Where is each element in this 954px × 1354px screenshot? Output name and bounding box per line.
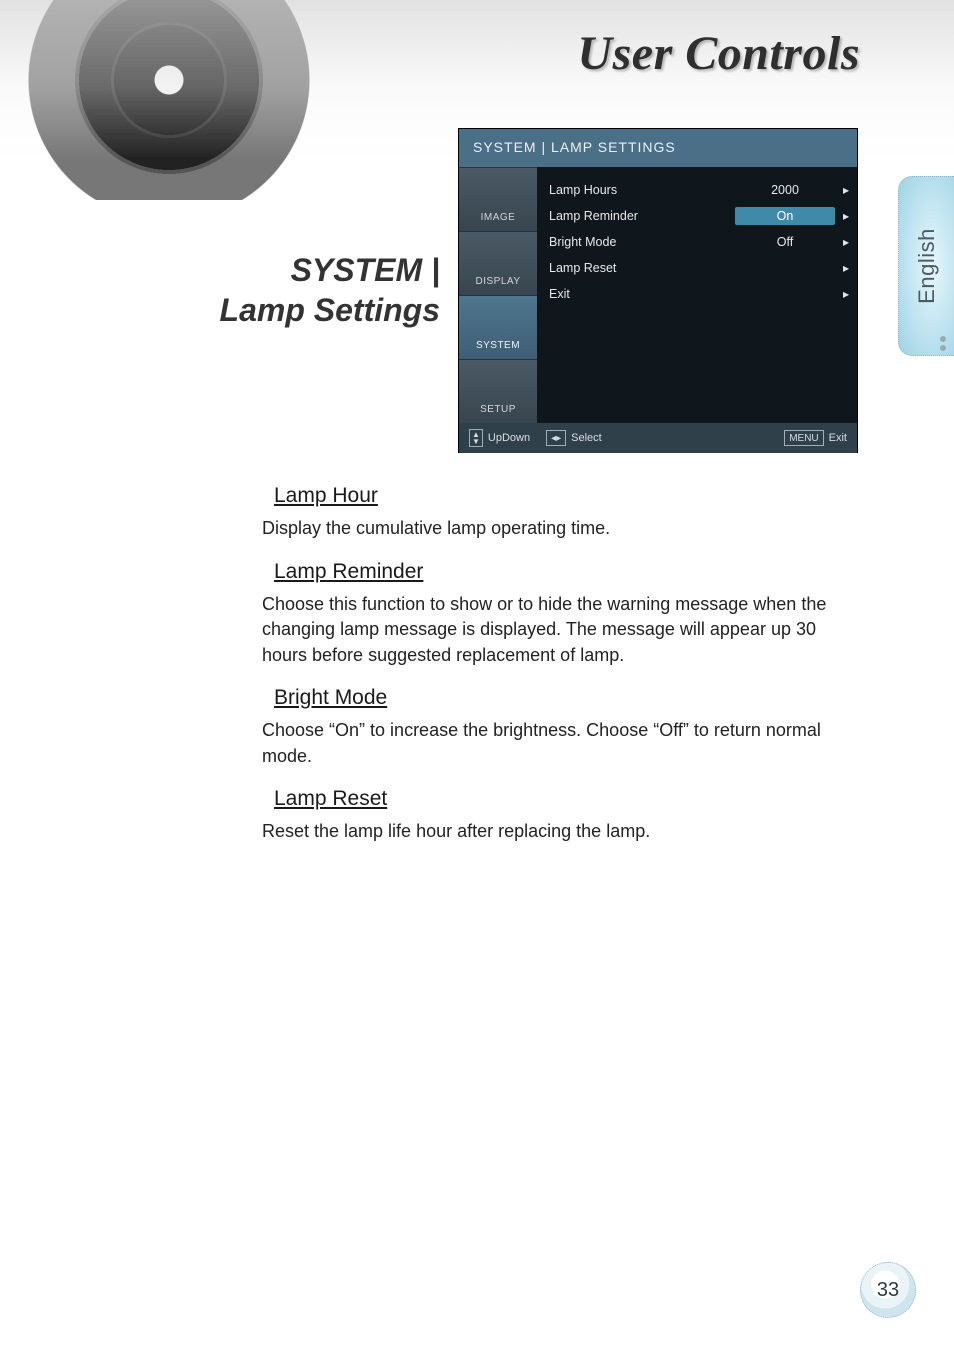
language-label: English [914,228,940,304]
osd-panel: SYSTEM | LAMP SETTINGS IMAGE DISPLAY SYS… [458,128,858,453]
osd-footer: ▲▼ UpDown ◂▸ Select MENU Exit [459,423,857,453]
chevron-right-icon: ▸ [835,209,849,223]
osd-row-value: 2000 [735,183,835,197]
osd-row-bright-mode[interactable]: Bright Mode Off ▸ [549,229,849,255]
chevron-right-icon: ▸ [835,287,849,301]
heading-lamp-reset: Lamp Reset [274,787,858,811]
osd-footer-updown: ▲▼ UpDown [469,429,530,447]
osd-footer-exit-label: Exit [829,432,847,444]
chevron-right-icon: ▸ [835,261,849,275]
language-tab: English [898,176,954,356]
osd-row-label: Lamp Hours [549,183,735,197]
osd-tab-image[interactable]: IMAGE [459,167,537,231]
content-body: Lamp Hour Display the cumulative lamp op… [262,484,858,845]
osd-row-label: Bright Mode [549,235,735,249]
osd-footer-select: ◂▸ Select [546,430,602,446]
body-lamp-reset: Reset the lamp life hour after replacing… [262,819,858,845]
heading-lamp-reminder: Lamp Reminder [274,560,858,584]
osd-tab-system[interactable]: SYSTEM [459,295,537,359]
osd-row-exit[interactable]: Exit ▸ [549,281,849,307]
section-heading-line2: Lamp Settings [60,290,440,330]
osd-row-lamp-reminder[interactable]: Lamp Reminder On ▸ [549,203,849,229]
osd-tabs: IMAGE DISPLAY SYSTEM SETUP [459,167,537,423]
osd-tab-setup[interactable]: SETUP [459,359,537,423]
osd-row-label: Exit [549,287,735,301]
section-heading-line1: SYSTEM | [60,250,440,290]
body-bright-mode: Choose “On” to increase the brightness. … [262,718,858,769]
chevron-right-icon: ▸ [835,183,849,197]
body-lamp-hour: Display the cumulative lamp operating ti… [262,516,858,542]
osd-body: IMAGE DISPLAY SYSTEM SETUP Lamp Hours 20… [459,167,857,423]
osd-row-label: Lamp Reminder [549,209,735,223]
osd-footer-exit: MENU Exit [784,430,847,446]
body-lamp-reminder: Choose this function to show or to hide … [262,592,858,669]
osd-tab-display[interactable]: DISPLAY [459,231,537,295]
osd-title: SYSTEM | LAMP SETTINGS [459,129,857,167]
osd-footer-updown-label: UpDown [488,432,530,444]
heading-lamp-hour: Lamp Hour [274,484,858,508]
menu-key-icon: MENU [784,430,823,446]
osd-row-value: On [735,207,835,225]
osd-row-lamp-reset[interactable]: Lamp Reset ▸ [549,255,849,281]
heading-bright-mode: Bright Mode [274,686,858,710]
osd-row-value: Off [735,235,835,249]
osd-row-lamp-hours[interactable]: Lamp Hours 2000 ▸ [549,177,849,203]
page-number-badge: 33 [860,1262,916,1318]
osd-row-label: Lamp Reset [549,261,735,275]
osd-footer-select-label: Select [571,432,602,444]
chevron-right-icon: ▸ [835,235,849,249]
updown-icon: ▲▼ [469,429,483,447]
osd-list: Lamp Hours 2000 ▸ Lamp Reminder On ▸ Bri… [537,167,857,423]
chapter-title: User Controls [0,26,860,81]
leftright-icon: ◂▸ [546,430,566,446]
decorative-dots [940,336,946,354]
page-number: 33 [877,1279,899,1302]
